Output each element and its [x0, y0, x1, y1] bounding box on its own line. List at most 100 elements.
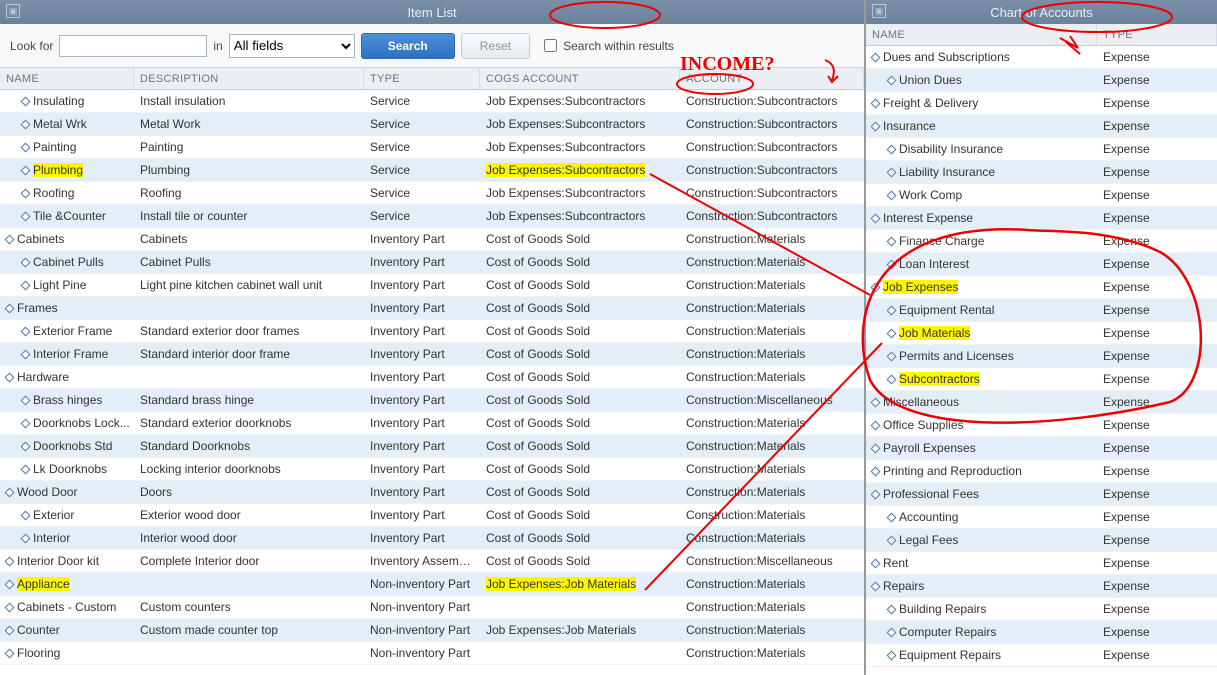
diamond-icon [871, 213, 881, 223]
table-row[interactable]: Disability InsuranceExpense [866, 138, 1217, 161]
table-row[interactable]: PaintingPaintingServiceJob Expenses:Subc… [0, 136, 864, 159]
table-row[interactable]: InteriorInterior wood doorInventory Part… [0, 527, 864, 550]
table-row[interactable]: Interior FrameStandard interior door fra… [0, 343, 864, 366]
item-cogs-account: Job Expenses:Subcontractors [480, 94, 680, 108]
table-row[interactable]: Printing and ReproductionExpense [866, 460, 1217, 483]
header-cogs-account[interactable]: COGS ACCOUNT [480, 68, 680, 89]
table-row[interactable]: MiscellaneousExpense [866, 391, 1217, 414]
table-row[interactable]: Metal WrkMetal WorkServiceJob Expenses:S… [0, 113, 864, 136]
table-row[interactable]: InsuranceExpense [866, 115, 1217, 138]
diamond-icon [887, 535, 897, 545]
diamond-icon [887, 328, 897, 338]
table-row[interactable]: Cabinet PullsCabinet PullsInventory Part… [0, 251, 864, 274]
account-type: Expense [1097, 533, 1217, 547]
fields-select[interactable]: All fields [229, 34, 355, 58]
header-account[interactable]: ACCOUNT [680, 68, 864, 89]
table-row[interactable]: Lk DoorknobsLocking interior doorknobsIn… [0, 458, 864, 481]
diamond-icon [21, 142, 31, 152]
table-row[interactable]: Job MaterialsExpense [866, 322, 1217, 345]
table-row[interactable]: Light PineLight pine kitchen cabinet wal… [0, 274, 864, 297]
table-row[interactable]: AccountingExpense [866, 506, 1217, 529]
table-row[interactable]: Permits and LicensesExpense [866, 345, 1217, 368]
table-row[interactable]: Exterior FrameStandard exterior door fra… [0, 320, 864, 343]
item-name: Brass hinges [33, 393, 102, 407]
account-type: Expense [1097, 50, 1217, 64]
table-row[interactable]: Dues and SubscriptionsExpense [866, 46, 1217, 69]
account-type: Expense [1097, 464, 1217, 478]
diamond-icon [5, 625, 15, 635]
diamond-icon [871, 466, 881, 476]
table-row[interactable]: ApplianceNon-inventory PartJob Expenses:… [0, 573, 864, 596]
table-row[interactable]: CounterCustom made counter topNon-invent… [0, 619, 864, 642]
item-account: Construction:Subcontractors [680, 94, 864, 108]
header-name[interactable]: NAME [866, 24, 1097, 45]
look-for-label: Look for [10, 39, 53, 53]
table-row[interactable]: HardwareInventory PartCost of Goods Sold… [0, 366, 864, 389]
table-row[interactable]: Freight & DeliveryExpense [866, 92, 1217, 115]
table-row[interactable]: Interior Door kitComplete Interior doorI… [0, 550, 864, 573]
table-row[interactable]: Building RepairsExpense [866, 598, 1217, 621]
diamond-icon [871, 443, 881, 453]
table-row[interactable]: Professional FeesExpense [866, 483, 1217, 506]
reset-button[interactable]: Reset [461, 33, 530, 59]
dock-icon[interactable]: ▣ [872, 4, 886, 18]
item-list-rows[interactable]: InsulatingInstall insulationServiceJob E… [0, 90, 864, 675]
table-row[interactable]: Equipment RepairsExpense [866, 644, 1217, 667]
item-account: Construction:Materials [680, 600, 864, 614]
table-row[interactable]: Work CompExpense [866, 184, 1217, 207]
header-type[interactable]: TYPE [364, 68, 480, 89]
item-account: Construction:Materials [680, 439, 864, 453]
table-row[interactable]: InsulatingInstall insulationServiceJob E… [0, 90, 864, 113]
diamond-icon [887, 650, 897, 660]
header-type[interactable]: TYPE [1097, 24, 1217, 45]
table-row[interactable]: RentExpense [866, 552, 1217, 575]
table-row[interactable]: CabinetsCabinetsInventory PartCost of Go… [0, 228, 864, 251]
table-row[interactable]: Job ExpensesExpense [866, 276, 1217, 299]
in-label: in [213, 39, 222, 53]
account-type: Expense [1097, 648, 1217, 662]
header-name[interactable]: NAME [0, 68, 134, 89]
search-button[interactable]: Search [361, 33, 455, 59]
table-row[interactable]: RoofingRoofingServiceJob Expenses:Subcon… [0, 182, 864, 205]
account-name: Office Supplies [883, 418, 964, 432]
table-row[interactable]: Equipment RentalExpense [866, 299, 1217, 322]
item-cogs-account: Cost of Goods Sold [480, 508, 680, 522]
item-name: Exterior Frame [33, 324, 112, 338]
diamond-icon [21, 326, 31, 336]
table-row[interactable]: Cabinets - CustomCustom countersNon-inve… [0, 596, 864, 619]
table-row[interactable]: Office SuppliesExpense [866, 414, 1217, 437]
header-description[interactable]: DESCRIPTION [134, 68, 364, 89]
table-row[interactable]: Interest ExpenseExpense [866, 207, 1217, 230]
table-row[interactable]: Legal FeesExpense [866, 529, 1217, 552]
table-row[interactable]: Brass hingesStandard brass hingeInventor… [0, 389, 864, 412]
table-row[interactable]: Doorknobs StdStandard DoorknobsInventory… [0, 435, 864, 458]
look-for-input[interactable] [59, 35, 207, 57]
table-row[interactable]: Union DuesExpense [866, 69, 1217, 92]
account-type: Expense [1097, 142, 1217, 156]
table-row[interactable]: Finance ChargeExpense [866, 230, 1217, 253]
table-row[interactable]: Tile &CounterInstall tile or counterServ… [0, 205, 864, 228]
diamond-icon [887, 627, 897, 637]
table-row[interactable]: Loan InterestExpense [866, 253, 1217, 276]
table-row[interactable]: FlooringNon-inventory PartConstruction:M… [0, 642, 864, 665]
search-within-checkbox[interactable] [544, 39, 557, 52]
table-row[interactable]: Computer RepairsExpense [866, 621, 1217, 644]
account-type: Expense [1097, 96, 1217, 110]
table-row[interactable]: Wood DoorDoorsInventory PartCost of Good… [0, 481, 864, 504]
item-cogs-account: Cost of Goods Sold [480, 370, 680, 384]
table-row[interactable]: Liability InsuranceExpense [866, 161, 1217, 184]
table-row[interactable]: FramesInventory PartCost of Goods SoldCo… [0, 297, 864, 320]
account-type: Expense [1097, 579, 1217, 593]
chart-rows[interactable]: Dues and SubscriptionsExpenseUnion DuesE… [866, 46, 1217, 675]
table-row[interactable]: ExteriorExterior wood doorInventory Part… [0, 504, 864, 527]
item-cogs-account: Job Expenses:Subcontractors [480, 209, 680, 223]
dock-icon[interactable]: ▣ [6, 4, 20, 18]
table-row[interactable]: RepairsExpense [866, 575, 1217, 598]
table-row[interactable]: SubcontractorsExpense [866, 368, 1217, 391]
item-type: Service [364, 163, 480, 177]
diamond-icon [871, 397, 881, 407]
table-row[interactable]: Doorknobs Lock...Standard exterior doork… [0, 412, 864, 435]
table-row[interactable]: PlumbingPlumbingServiceJob Expenses:Subc… [0, 159, 864, 182]
table-row[interactable]: Payroll ExpensesExpense [866, 437, 1217, 460]
diamond-icon [887, 167, 897, 177]
